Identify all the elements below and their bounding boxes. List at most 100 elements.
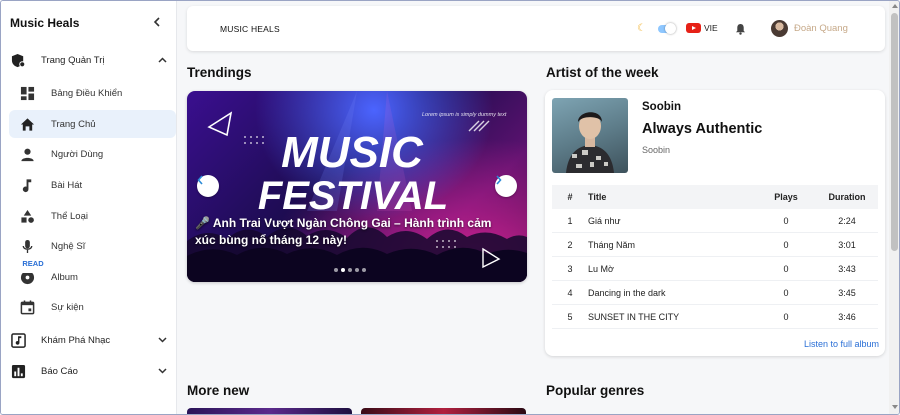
brand-name: MUSIC HEALS — [220, 24, 280, 34]
home-icon — [19, 116, 35, 132]
dark-mode-toggle[interactable] — [658, 23, 676, 34]
track-plays: 0 — [783, 239, 789, 250]
person-icon — [19, 146, 35, 162]
toggle-knob — [665, 23, 676, 34]
track-title: Lu Mờ — [588, 263, 614, 274]
category-shapes-icon — [19, 208, 35, 224]
sidebar-header: Music Heals — [1, 1, 177, 45]
more-new-title: More new — [187, 383, 250, 398]
sidebar-item-events[interactable]: Sự kiện — [9, 293, 176, 321]
sidebar-collapse-button[interactable] — [153, 16, 161, 30]
track-num: 3 — [567, 263, 573, 274]
top-header: MUSIC HEALS ☾ VIE Đoàn Quang — [187, 6, 885, 51]
album-cover-image[interactable] — [552, 98, 628, 173]
moon-icon: ☾ — [637, 23, 646, 34]
track-plays: 0 — [783, 215, 789, 226]
track-title: SUNSET IN THE CITY — [588, 311, 680, 322]
banner-headline-music: MUSIC — [281, 128, 424, 177]
table-row[interactable]: 2 Tháng Năm 0 3:01 — [552, 233, 878, 257]
carousel-indicators — [334, 268, 366, 272]
track-num: 4 — [567, 287, 573, 298]
listen-full-album-link[interactable]: Listen to full album — [804, 339, 879, 349]
table-row[interactable]: 3 Lu Mờ 0 3:43 — [552, 257, 878, 281]
col-plays-header: Plays — [774, 192, 798, 202]
sidebar-item-genres[interactable]: Thể Loại — [9, 202, 176, 230]
chevron-right-icon — [496, 175, 502, 185]
banner-caption: 🎤 Anh Trai Vượt Ngàn Chông Gai – Hành tr… — [195, 216, 492, 247]
music-note-icon — [19, 177, 35, 193]
dashboard-icon — [19, 85, 35, 101]
table-row[interactable]: 4 Dancing in the dark 0 3:45 — [552, 281, 878, 305]
sidebar-item-label: Bài Hát — [51, 179, 83, 191]
col-duration-header: Duration — [828, 192, 866, 202]
chevron-left-icon — [197, 175, 203, 185]
artist-of-week-card: Soobin Always Authentic Soobin # Title P… — [545, 90, 885, 356]
sidebar-item-label: Sự kiện — [51, 301, 84, 313]
sidebar-item-label: Trang Chủ — [51, 118, 96, 130]
language-switcher[interactable]: VIE — [686, 23, 718, 33]
chevron-up-icon — [157, 55, 167, 65]
track-duration: 3:01 — [838, 239, 856, 250]
sidebar-item-users[interactable]: Người Dùng — [9, 140, 176, 168]
bar-chart-icon — [10, 363, 26, 379]
app-window: Music Heals Trang Quản Trị Bảng Điều Khi… — [0, 0, 900, 415]
youtube-flag-icon — [686, 23, 701, 33]
language-label: VIE — [704, 23, 718, 33]
sidebar-group-discover[interactable]: Khám Phá Nhạc — [1, 326, 177, 354]
scroll-down-arrow-icon[interactable] — [892, 405, 898, 409]
music-library-icon — [10, 332, 26, 348]
carousel-prev-button[interactable] — [197, 175, 219, 197]
sidebar-group-admin[interactable]: Trang Quản Trị — [1, 46, 177, 74]
table-row[interactable]: 5 SUNSET IN THE CITY 0 3:46 — [552, 305, 878, 329]
sidebar-item-label: Thể Loại — [51, 210, 88, 222]
calendar-icon — [19, 299, 35, 315]
notification-bell-icon[interactable] — [735, 22, 746, 40]
popular-genres-title: Popular genres — [546, 383, 645, 398]
banner-artwork: MUSIC FESTIVAL — [187, 91, 527, 282]
user-avatar[interactable] — [771, 20, 788, 37]
carousel-next-button[interactable] — [495, 175, 517, 197]
sidebar-item-label: Người Dùng — [51, 148, 104, 160]
track-duration: 2:24 — [838, 215, 856, 226]
table-row[interactable]: 1 Giá như 0 2:24 — [552, 209, 878, 233]
album-artist: Soobin — [642, 145, 671, 155]
carousel-dot[interactable] — [341, 268, 345, 272]
scroll-up-arrow-icon[interactable] — [892, 4, 898, 8]
track-plays: 0 — [783, 263, 789, 274]
sidebar-item-songs[interactable]: Bài Hát — [9, 171, 176, 199]
more-new-card[interactable] — [361, 408, 526, 414]
sidebar-group-reports[interactable]: Báo Cáo — [1, 357, 177, 385]
trendings-title: Trendings — [187, 65, 252, 80]
sidebar: Music Heals Trang Quản Trị Bảng Điều Khi… — [1, 1, 177, 414]
col-title-header: Title — [588, 192, 607, 202]
carousel-dot[interactable] — [348, 268, 352, 272]
sidebar-group-label: Khám Phá Nhạc — [41, 334, 111, 346]
sidebar-item-label: Bảng Điều Khiển — [51, 87, 123, 99]
app-title: Music Heals — [10, 16, 80, 30]
carousel-dot[interactable] — [334, 268, 338, 272]
banner-tagline: Lorem ipsum is simply dummy text — [422, 112, 507, 118]
sidebar-item-dashboard[interactable]: Bảng Điều Khiển — [9, 79, 176, 107]
more-new-card[interactable] — [187, 408, 352, 414]
track-title: Giá như — [588, 215, 621, 226]
track-title: Tháng Năm — [588, 239, 636, 250]
read-button[interactable]: READ — [10, 253, 56, 273]
sidebar-group-label: Báo Cáo — [41, 365, 78, 377]
track-table-header: # Title Plays Duration — [552, 185, 878, 209]
user-name[interactable]: Đoàn Quang — [794, 23, 848, 34]
sidebar-item-label: Nghệ Sĩ — [51, 240, 86, 252]
track-num: 1 — [567, 215, 573, 226]
track-plays: 0 — [783, 311, 789, 322]
scrollbar-thumb[interactable] — [891, 13, 898, 251]
track-duration: 3:43 — [838, 263, 856, 274]
artist-name[interactable]: Soobin — [642, 101, 681, 113]
album-title[interactable]: Always Authentic — [642, 121, 762, 137]
track-num: 2 — [567, 239, 573, 250]
trending-banner[interactable]: MUSIC FESTIVAL Lorem ipsum is simply dum… — [187, 91, 527, 282]
carousel-dot[interactable] — [355, 268, 359, 272]
track-table: # Title Plays Duration 1 Giá như 0 2:24 … — [552, 185, 878, 329]
sidebar-item-home[interactable]: Trang Chủ — [9, 110, 176, 138]
carousel-dot[interactable] — [362, 268, 366, 272]
chevron-down-icon — [157, 335, 167, 345]
col-num-header: # — [567, 192, 573, 202]
